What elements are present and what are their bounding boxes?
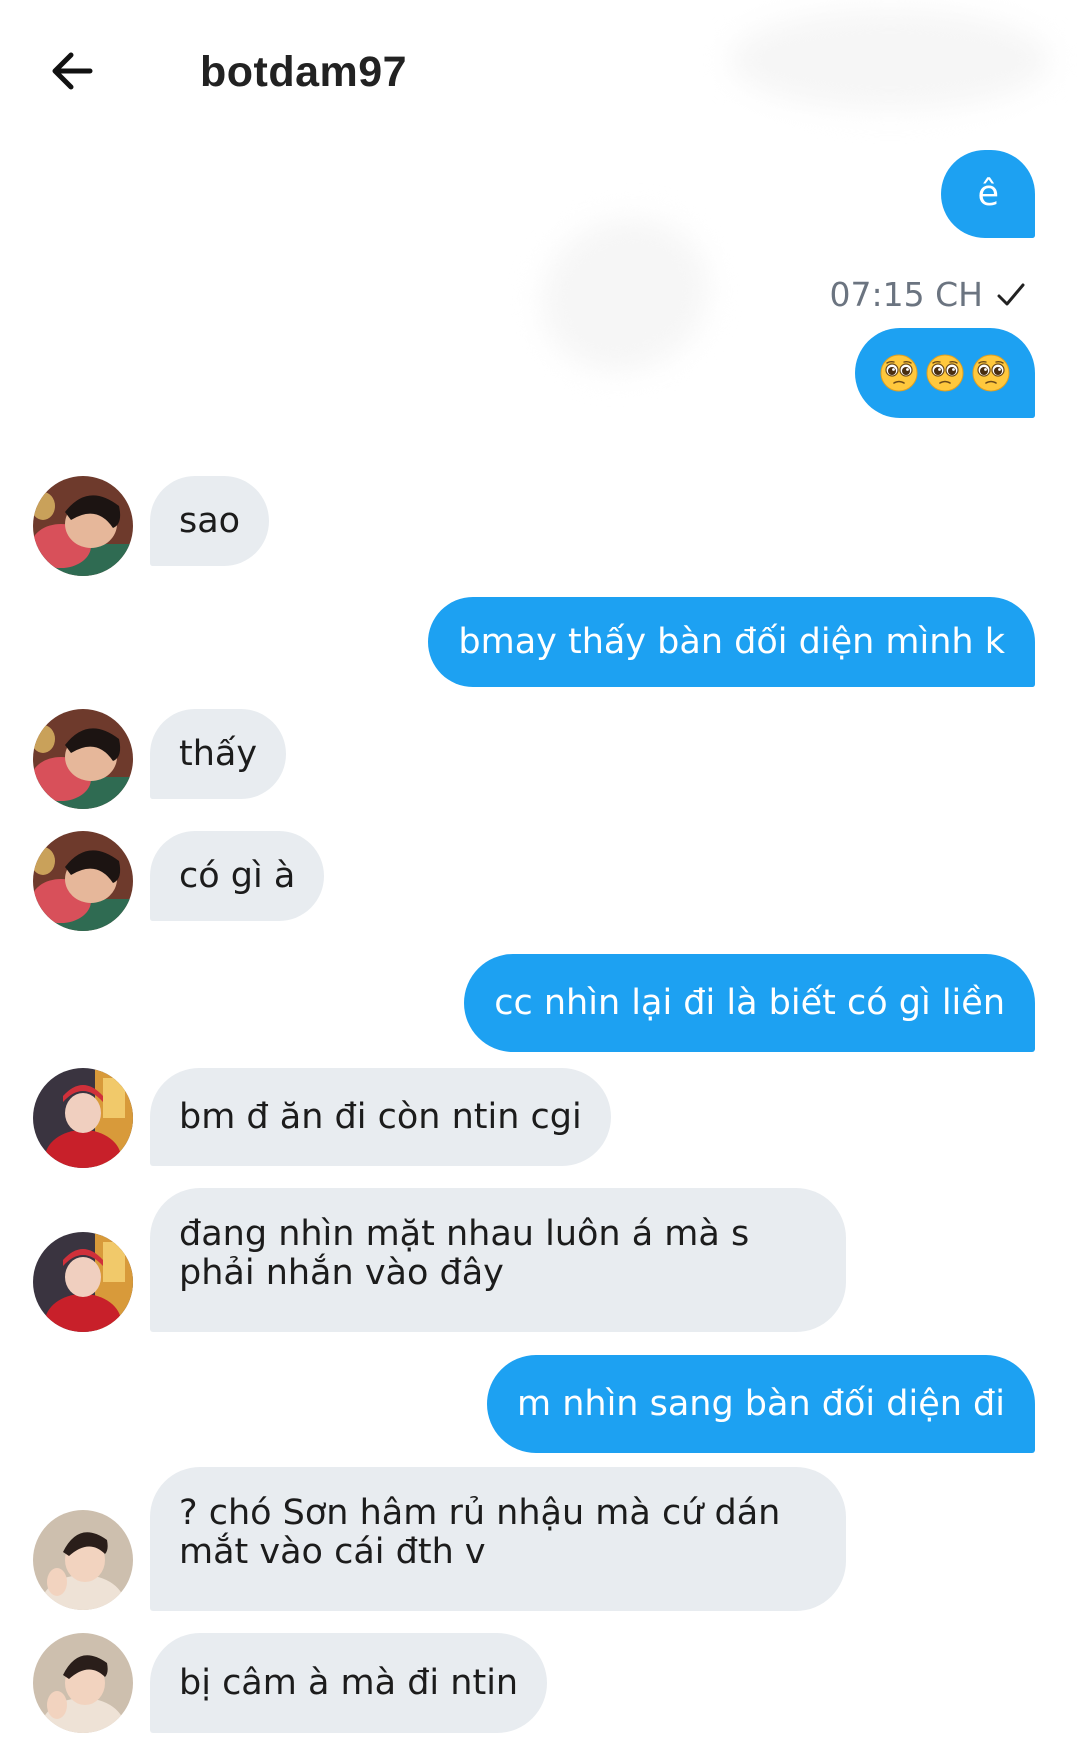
message-text: đang nhìn mặt nhau luôn á mà s phải nhắn…: [179, 1214, 750, 1293]
redaction-blur: [516, 191, 734, 399]
checkmark-icon: [997, 283, 1025, 305]
avatar[interactable]: [33, 1232, 133, 1332]
avatar[interactable]: [33, 476, 133, 576]
avatar[interactable]: [33, 1068, 133, 1168]
message-text: bm đ ăn đi còn ntin cgi: [179, 1096, 582, 1137]
avatar-user-c: [33, 1633, 133, 1733]
message-text: sao: [179, 500, 241, 541]
message-text: cc nhìn lại đi là biết có gì liền: [494, 982, 1005, 1023]
avatar-user-b: [33, 1068, 133, 1168]
conversation-title: botdam97: [200, 48, 408, 96]
back-button[interactable]: [50, 52, 110, 104]
message-text: bị câm à mà đi ntin: [179, 1662, 519, 1703]
emoji-group: [879, 353, 1011, 393]
avatar[interactable]: [33, 1633, 133, 1733]
message-text: ê: [977, 173, 999, 214]
message-bubble-incoming[interactable]: thấy: [150, 709, 287, 799]
message-text: thấy: [179, 733, 258, 774]
message-bubble-incoming[interactable]: bị câm à mà đi ntin: [150, 1633, 548, 1733]
pleading-face-icon: [972, 354, 1010, 392]
message-text: m nhìn sang bàn đối diện đi: [516, 1383, 1005, 1424]
avatar-user-a: [33, 476, 133, 576]
avatar[interactable]: [33, 831, 133, 931]
message-timestamp: 07:15 CH: [830, 275, 1025, 314]
timestamp-text: 07:15 CH: [829, 275, 983, 314]
message-bubble-outgoing[interactable]: m nhìn sang bàn đối diện đi: [486, 1355, 1035, 1453]
chat-screen: botdam97 ê 07:15 CH sao bmay thấy bàn đố…: [0, 0, 1080, 1762]
message-bubble-outgoing[interactable]: bmay thấy bàn đối diện mình k: [428, 597, 1035, 687]
message-text: có gì à: [179, 855, 296, 896]
message-bubble-incoming[interactable]: bm đ ăn đi còn ntin cgi: [150, 1068, 611, 1166]
message-bubble-incoming[interactable]: đang nhìn mặt nhau luôn á mà s phải nhắn…: [150, 1188, 846, 1332]
avatar-user-a: [33, 831, 133, 931]
message-bubble-incoming[interactable]: có gì à: [150, 831, 325, 921]
pleading-face-icon: [926, 354, 964, 392]
message-bubble-outgoing-emoji[interactable]: [855, 328, 1035, 418]
avatar-user-b: [33, 1232, 133, 1332]
arrow-left-icon: [52, 52, 93, 90]
message-bubble-outgoing[interactable]: ê: [941, 150, 1035, 238]
message-text: bmay thấy bàn đối diện mình k: [458, 621, 1005, 662]
avatar-user-c: [33, 1510, 133, 1610]
avatar[interactable]: [33, 1510, 133, 1610]
avatar[interactable]: [33, 709, 133, 809]
avatar-user-a: [33, 709, 133, 809]
message-bubble-incoming[interactable]: sao: [150, 476, 270, 566]
message-bubble-incoming[interactable]: ? chó Sơn hâm rủ nhậu mà cứ dán mắt vào …: [150, 1467, 846, 1611]
message-text: ? chó Sơn hâm rủ nhậu mà cứ dán mắt vào …: [179, 1493, 781, 1572]
pleading-face-icon: [880, 354, 918, 392]
message-bubble-outgoing[interactable]: cc nhìn lại đi là biết có gì liền: [464, 954, 1035, 1052]
chat-header: botdam97: [0, 0, 1080, 150]
